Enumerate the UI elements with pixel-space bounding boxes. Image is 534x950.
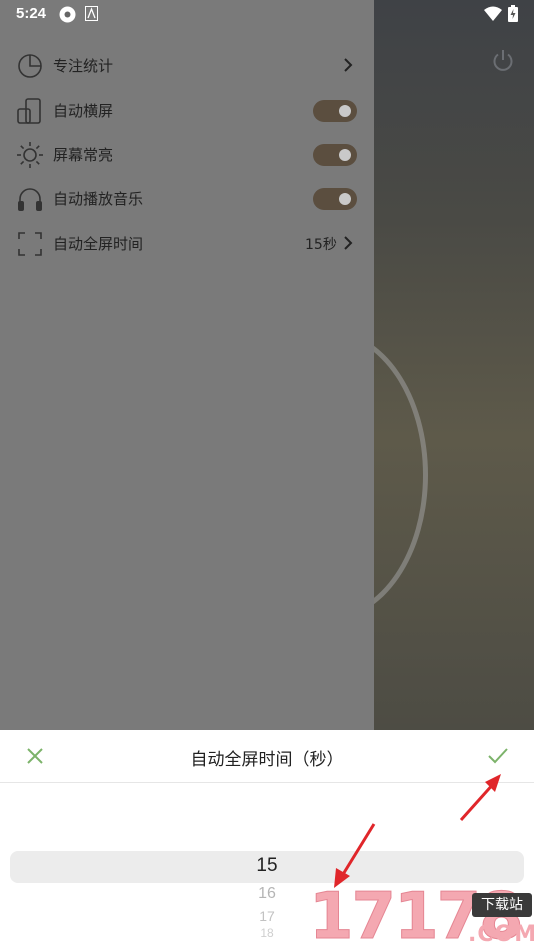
power-icon[interactable]	[490, 48, 516, 74]
wifi-icon	[484, 6, 502, 21]
status-time: 5:24	[16, 5, 47, 22]
chevron-right-icon	[344, 58, 353, 72]
menu-item-label: 自动播放音乐	[53, 190, 144, 208]
text-notification-icon	[85, 6, 98, 21]
menu-item-autoplay-music: 自动播放音乐	[0, 177, 374, 221]
auto-landscape-toggle[interactable]	[313, 100, 357, 122]
screen-on-toggle[interactable]	[313, 144, 357, 166]
pie-chart-icon	[18, 54, 42, 78]
app-notification-icon	[59, 6, 76, 23]
fullscreen-icon	[18, 232, 42, 256]
menu-item-label: 专注统计	[53, 57, 114, 75]
status-bar: 5:24	[0, 0, 534, 30]
menu-item-label: 自动全屏时间	[53, 235, 144, 253]
fullscreen-time-value: 15秒	[305, 237, 337, 253]
menu-item-auto-fullscreen-time[interactable]: 自动全屏时间 15秒	[0, 222, 374, 266]
autoplay-music-toggle[interactable]	[313, 188, 357, 210]
sheet-header: 自动全屏时间（秒）	[0, 730, 534, 783]
menu-item-auto-landscape: 自动横屏	[0, 89, 374, 133]
picker-selected-value[interactable]: 15	[0, 855, 534, 877]
watermark-suffix: .COM	[468, 922, 534, 947]
watermark-badge: 下载站	[472, 893, 532, 917]
battery-charging-icon	[508, 5, 518, 22]
annotation-arrow	[459, 774, 501, 822]
menu-item-screen-on: 屏幕常亮	[0, 133, 374, 177]
sun-icon	[17, 142, 43, 168]
rotate-phone-icon	[17, 98, 41, 124]
menu-item-focus-stats[interactable]: 专注统计	[0, 44, 374, 88]
headphones-icon	[18, 188, 42, 211]
sheet-title: 自动全屏时间（秒）	[190, 750, 344, 770]
settings-drawer: 专注统计 自动横屏 屏幕常亮 自动播放音乐 自动全屏时间 15秒	[0, 0, 374, 730]
chevron-right-icon	[344, 236, 353, 250]
menu-item-label: 屏幕常亮	[53, 146, 114, 164]
menu-item-label: 自动横屏	[53, 102, 114, 120]
check-icon[interactable]	[486, 745, 510, 767]
